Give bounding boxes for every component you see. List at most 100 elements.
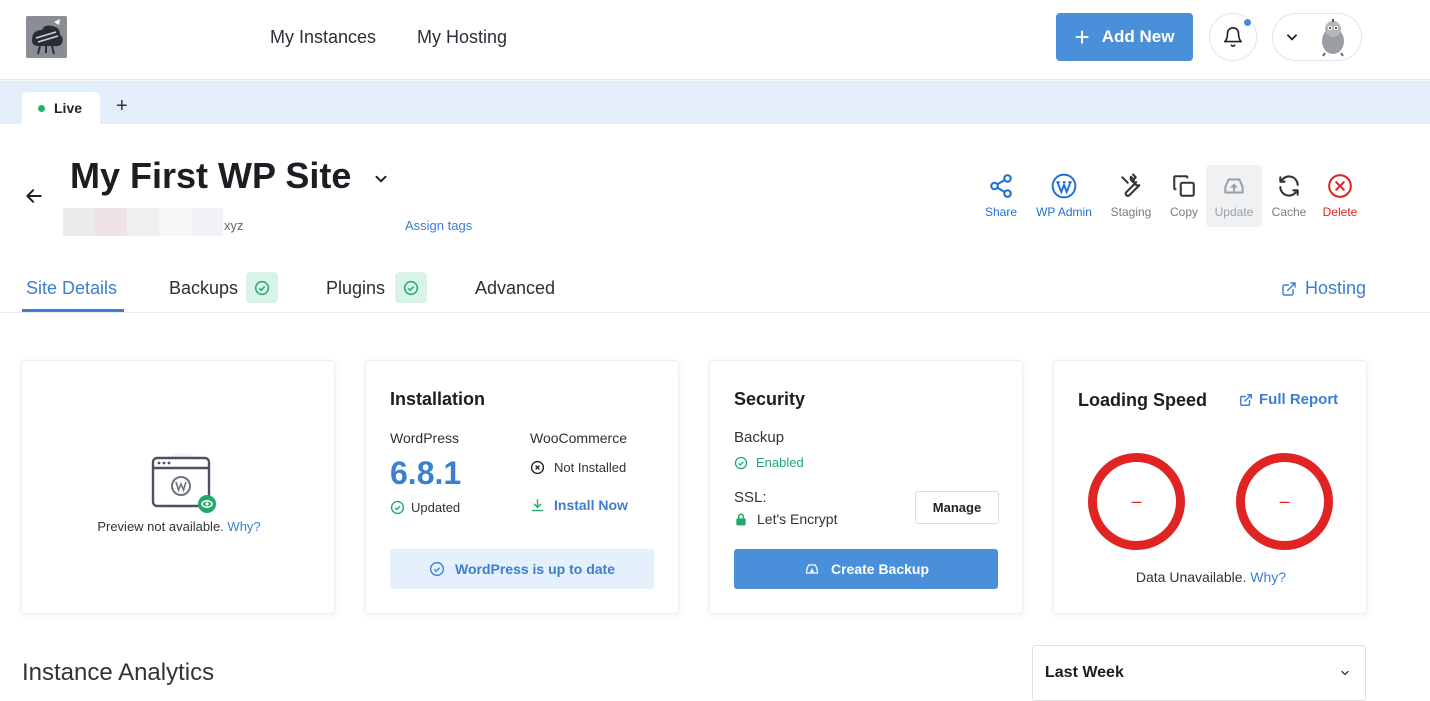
backup-status: Enabled xyxy=(756,455,804,470)
security-title: Security xyxy=(734,389,806,409)
arrow-left-icon xyxy=(26,189,42,203)
wordpress-icon xyxy=(1051,173,1077,199)
environment-tab-strip: Live + xyxy=(0,81,1430,124)
preview-why-link[interactable]: Why? xyxy=(227,519,260,534)
mobile-score-gauge: – xyxy=(1088,453,1185,550)
check-circle-icon xyxy=(403,280,419,295)
add-new-button[interactable]: + Add New xyxy=(1056,13,1193,61)
nav-my-instances[interactable]: My Instances xyxy=(270,27,376,48)
check-circle-icon xyxy=(254,280,270,295)
backup-label: Backup xyxy=(734,429,785,446)
delete-icon xyxy=(1328,174,1352,198)
loading-speed-title: Loading Speed xyxy=(1078,390,1208,410)
tab-backups[interactable]: Backups xyxy=(169,278,238,299)
full-report-label: Full Report xyxy=(1259,391,1339,408)
back-button[interactable] xyxy=(24,186,44,211)
share-action[interactable]: Share xyxy=(973,165,1029,227)
check-circle-icon xyxy=(430,562,444,576)
update-action[interactable]: Update xyxy=(1206,165,1262,227)
staging-action[interactable]: Staging xyxy=(1103,165,1159,227)
chevron-down-icon xyxy=(1287,34,1297,41)
live-status-dot xyxy=(38,104,45,112)
install-now-label: Install Now xyxy=(554,497,628,513)
wp-admin-label: WP Admin xyxy=(1036,205,1092,219)
add-environment-button[interactable]: + xyxy=(116,96,128,116)
full-report-link[interactable]: Full Report xyxy=(1239,391,1338,408)
profile-menu[interactable] xyxy=(1272,13,1362,61)
up-to-date-text: WordPress is up to date xyxy=(455,561,615,577)
create-backup-button[interactable]: Create Backup xyxy=(734,549,998,589)
avatar xyxy=(1322,19,1344,57)
tab-plugins[interactable]: Plugins xyxy=(326,278,385,299)
backup-icon xyxy=(806,564,818,574)
env-tab-live[interactable]: Live xyxy=(22,92,100,124)
cache-label: Cache xyxy=(1271,205,1307,219)
wordpress-up-to-date-banner: WordPress is up to date xyxy=(390,549,654,589)
share-icon xyxy=(990,174,1012,198)
copy-action[interactable]: Copy xyxy=(1156,165,1212,227)
check-circle-icon xyxy=(390,500,405,515)
analytics-range-value: Last Week xyxy=(1045,664,1124,681)
hosting-link-label: Hosting xyxy=(1305,278,1367,298)
wordpress-label: WordPress xyxy=(390,430,459,446)
wp-admin-action[interactable]: WP Admin xyxy=(1031,165,1097,227)
cache-action[interactable]: Cache xyxy=(1261,165,1317,227)
woocommerce-status: Not Installed xyxy=(554,460,627,475)
download-icon xyxy=(531,498,544,511)
backups-status-badge xyxy=(246,272,278,303)
preview-card: Preview not available. Why? xyxy=(21,360,335,614)
instance-analytics-title: Instance Analytics xyxy=(22,659,215,686)
notification-dot xyxy=(1242,17,1253,28)
delete-action[interactable]: Delete xyxy=(1312,165,1368,227)
manage-ssl-button[interactable]: Manage xyxy=(915,491,999,524)
preview-unavailable-text: Preview not available. xyxy=(97,519,224,534)
wrench-icon xyxy=(1121,173,1141,197)
installation-card: Installation WordPress 6.8.1 Updated Woo… xyxy=(365,360,679,614)
external-link-icon xyxy=(1240,393,1252,406)
chevron-down-icon xyxy=(375,175,387,183)
copy-icon xyxy=(1173,175,1195,197)
copy-label: Copy xyxy=(1169,205,1198,219)
security-card: Security Backup Enabled SSL: Let's Encry… xyxy=(709,360,1023,614)
data-unavailable-text: Data Unavailable. xyxy=(1135,569,1247,585)
not-installed-icon xyxy=(530,460,545,475)
speed-why-link[interactable]: Why? xyxy=(1250,569,1286,585)
installation-title: Installation xyxy=(390,389,486,409)
nav-my-hosting[interactable]: My Hosting xyxy=(417,27,507,48)
add-new-label: Add New xyxy=(1101,27,1175,46)
top-navigation: My Instances My Hosting + Add New xyxy=(0,0,1430,80)
site-switcher-chevron[interactable] xyxy=(372,170,390,193)
ssl-label: SSL: xyxy=(734,489,767,506)
tab-site-details[interactable]: Site Details xyxy=(26,278,117,299)
desktop-score-gauge: – xyxy=(1236,453,1333,550)
wordpress-status: Updated xyxy=(411,500,461,515)
delete-label: Delete xyxy=(1322,205,1358,219)
assign-tags-link[interactable]: Assign tags xyxy=(405,218,472,233)
plugins-status-badge xyxy=(395,272,427,303)
site-domain-suffix: xyz xyxy=(224,218,244,233)
notifications-button[interactable] xyxy=(1209,13,1257,61)
external-link-icon xyxy=(1282,281,1296,296)
update-icon xyxy=(1224,178,1244,194)
site-title: My First WP Site xyxy=(70,155,352,196)
staging-label: Staging xyxy=(1110,205,1152,219)
hosting-link[interactable]: Hosting xyxy=(1281,278,1366,299)
install-now-link[interactable]: Install Now xyxy=(530,497,628,513)
plus-icon: + xyxy=(1074,22,1090,52)
create-backup-label: Create Backup xyxy=(830,561,930,577)
wordpress-version: 6.8.1 xyxy=(390,455,462,491)
woocommerce-label: WooCommerce xyxy=(530,430,627,446)
chevron-down-icon xyxy=(1341,670,1349,676)
brand-logo[interactable] xyxy=(26,16,67,58)
ssl-value: Let's Encrypt xyxy=(757,511,838,527)
analytics-range-select[interactable]: Last Week xyxy=(1032,645,1366,701)
env-tab-live-label: Live xyxy=(54,100,83,116)
tab-advanced[interactable]: Advanced xyxy=(475,278,555,299)
redacted-domain xyxy=(63,208,223,236)
active-tab-indicator xyxy=(22,309,124,312)
lock-icon xyxy=(736,513,746,525)
update-label: Update xyxy=(1214,205,1254,219)
browser-preview-icon xyxy=(151,453,216,513)
share-label: Share xyxy=(984,205,1018,219)
bell-icon xyxy=(1223,27,1243,47)
